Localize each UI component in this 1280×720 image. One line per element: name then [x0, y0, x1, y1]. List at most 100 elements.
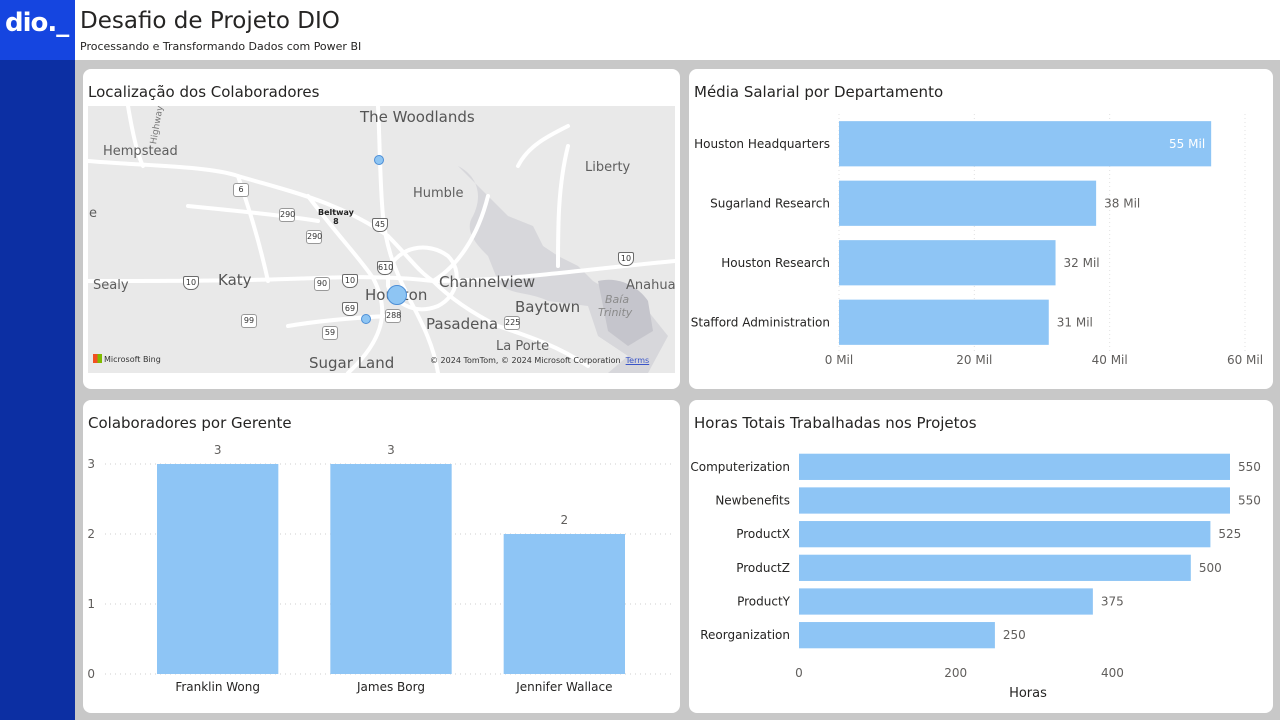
- manager-y-tick-label: 0: [87, 667, 95, 681]
- map-label-trinity: Trinity: [598, 306, 633, 319]
- road-shield-99: 99: [241, 314, 257, 328]
- bing-icon: [93, 354, 102, 363]
- manager-category-label: Jennifer Wallace: [515, 680, 612, 694]
- road-shield-69: 69: [342, 302, 358, 316]
- road-shield-90: 90: [314, 277, 330, 291]
- manager-column-chart[interactable]: 0 1 2 3 3 Franklin Wong 3 James Borg 2 Jennifer W…: [83, 400, 680, 713]
- salary-x-tick-label: 60 Mil: [1227, 353, 1263, 367]
- hours-bar-chart[interactable]: 0 200 400 Computerization 550 Newbenefits 550 P…: [689, 400, 1273, 713]
- map-label-pasadena: Pasadena: [426, 315, 499, 333]
- road-shield-225: 225: [504, 316, 520, 330]
- map-label-anahuac: Anahuac: [626, 278, 675, 293]
- salary-data-label: 32 Mil: [1064, 256, 1100, 270]
- road-shield-290a: 290: [279, 208, 295, 222]
- road-shield-10b: 10: [342, 274, 358, 288]
- map-label-katy: Katy: [218, 271, 252, 289]
- manager-bar[interactable]: [503, 534, 625, 674]
- manager-bar[interactable]: [330, 464, 452, 674]
- hours-bar[interactable]: [799, 521, 1211, 548]
- salary-bar[interactable]: [839, 299, 1049, 345]
- map-card-title: Localização dos Colaboradores: [88, 83, 320, 101]
- salary-data-label: 31 Mil: [1057, 315, 1093, 329]
- map-bubble-houston[interactable]: [387, 285, 407, 305]
- hours-bar[interactable]: [799, 487, 1230, 514]
- beltway-8-label: Beltway 8: [318, 208, 354, 226]
- manager-y-tick-label: 2: [87, 527, 95, 541]
- road-shield-10c: 10: [618, 252, 634, 266]
- hours-bar[interactable]: [799, 588, 1093, 615]
- bing-label: Microsoft Bing: [104, 355, 161, 364]
- manager-bar[interactable]: [157, 464, 279, 674]
- map-label-hempstead: Hempstead: [103, 144, 178, 159]
- manager-data-label: 2: [561, 513, 569, 527]
- dio-logo: dio._: [0, 0, 75, 60]
- manager-chart-card[interactable]: Colaboradores por Gerente 0 1 2 3 3 Franklin …: [83, 400, 680, 713]
- beltway-label-line2: 8: [333, 217, 339, 226]
- attribution-text: © 2024 TomTom, © 2024 Microsoft Corporat…: [430, 356, 621, 365]
- bing-map[interactable]: Highway The Woodlands Hempstead Liberty …: [88, 106, 675, 373]
- manager-data-label: 3: [387, 443, 395, 457]
- page-subtitle: Processando e Transformando Dados com Po…: [80, 40, 362, 53]
- salary-bar-chart[interactable]: 0 Mil 20 Mil 40 Mil 60 Mil Houston Headquart…: [689, 69, 1273, 389]
- microsoft-bing-logo: Microsoft Bing: [93, 354, 161, 364]
- salary-bar[interactable]: [839, 180, 1097, 226]
- manager-category-label: Franklin Wong: [175, 680, 260, 694]
- road-shield-288: 288: [385, 309, 401, 323]
- hours-data-label: 375: [1101, 595, 1124, 609]
- hours-data-label: 250: [1003, 628, 1026, 642]
- hours-chart-card[interactable]: Horas Totais Trabalhadas nos Projetos 02…: [689, 400, 1273, 713]
- map-label-sugar-land: Sugar Land: [309, 354, 395, 372]
- road-shield-45: 45: [372, 218, 388, 232]
- road-shield-6: 6: [233, 183, 249, 197]
- road-shield-610: 610: [377, 261, 393, 275]
- hours-x-axis-title: Horas: [1009, 686, 1047, 701]
- map-label-channelview: Channelview: [439, 273, 536, 291]
- page-title: Desafio de Projeto DIO: [80, 8, 340, 34]
- hours-data-label: 500: [1199, 561, 1222, 575]
- terms-link[interactable]: Terms: [626, 356, 650, 365]
- salary-category-label: Houston Research: [721, 256, 830, 270]
- logo-text: dio._: [5, 8, 69, 38]
- manager-data-label: 3: [214, 443, 222, 457]
- beltway-label-line1: Beltway: [318, 208, 354, 217]
- manager-y-tick-label: 1: [87, 597, 95, 611]
- map-attribution: © 2024 TomTom, © 2024 Microsoft Corporat…: [430, 356, 649, 365]
- salary-x-tick-label: 0 Mil: [825, 353, 853, 367]
- salary-category-label: Sugarland Research: [710, 196, 830, 210]
- hours-category-label: ProductX: [736, 527, 790, 541]
- hours-category-label: Reorganization: [700, 628, 790, 642]
- map-label-baia: Baía: [605, 293, 630, 306]
- salary-category-label: Houston Headquarters: [694, 137, 830, 151]
- map-visual-card[interactable]: Localização dos Colaboradores Highway Th…: [83, 69, 680, 389]
- map-bubble-north[interactable]: [374, 155, 384, 165]
- map-label-sealy: Sealy: [93, 278, 129, 293]
- hours-bar[interactable]: [799, 554, 1191, 581]
- map-label-la-porte: La Porte: [496, 339, 550, 354]
- road-shield-290b: 290: [306, 230, 322, 244]
- map-label-edge: e: [89, 206, 97, 221]
- sidebar: [0, 0, 75, 720]
- hours-data-label: 525: [1218, 527, 1241, 541]
- report-header: Desafio de Projeto DIO Processando e Tra…: [75, 0, 1280, 60]
- hours-data-label: 550: [1238, 460, 1261, 474]
- manager-category-label: James Borg: [356, 680, 425, 694]
- map-label-liberty: Liberty: [585, 160, 631, 175]
- hours-category-label: Computerization: [690, 460, 790, 474]
- map-label-the-woodlands: The Woodlands: [360, 108, 475, 126]
- road-shield-59: 59: [322, 326, 338, 340]
- salary-bar[interactable]: [839, 240, 1056, 286]
- hours-x-tick-label: 200: [944, 666, 967, 680]
- map-bubble-southwest[interactable]: [361, 314, 371, 324]
- hours-category-label: Newbenefits: [715, 494, 790, 508]
- hours-bar[interactable]: [799, 622, 995, 649]
- salary-chart-card[interactable]: Média Salarial por Departamento 0 Mil 20 …: [689, 69, 1273, 389]
- hours-data-label: 550: [1238, 494, 1261, 508]
- road-shield-10a: 10: [183, 276, 199, 290]
- hours-x-tick-label: 0: [795, 666, 803, 680]
- hours-category-label: ProductZ: [736, 561, 790, 575]
- salary-x-tick-label: 40 Mil: [1092, 353, 1128, 367]
- salary-bar[interactable]: [839, 121, 1212, 167]
- hours-bar[interactable]: [799, 453, 1230, 480]
- salary-data-label: 38 Mil: [1104, 196, 1140, 210]
- hours-category-label: ProductY: [737, 595, 791, 609]
